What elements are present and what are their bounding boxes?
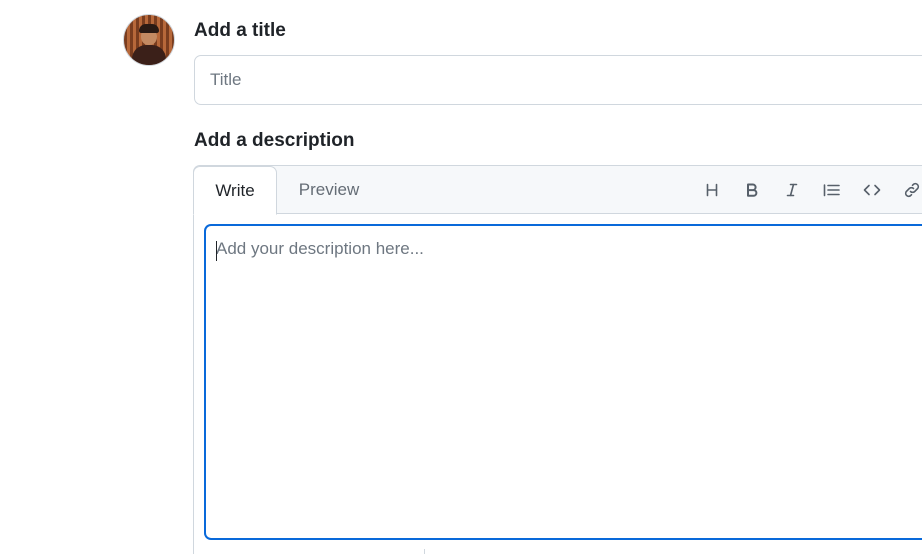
tab-preview[interactable]: Preview <box>286 166 372 215</box>
editor-header: Write Preview <box>193 166 922 215</box>
heading-icon <box>706 183 718 197</box>
title-input[interactable] <box>194 55 922 105</box>
footer-divider <box>424 549 425 554</box>
description-textarea-wrapper <box>204 224 922 540</box>
title-label: Add a title <box>194 20 286 41</box>
code-button[interactable] <box>852 166 892 214</box>
quote-icon <box>823 184 840 197</box>
link-icon <box>904 182 920 198</box>
avatar[interactable] <box>123 14 175 66</box>
italic-icon <box>786 183 798 197</box>
new-issue-form: Add a title Add a description Write Prev… <box>0 0 922 554</box>
bold-icon <box>747 183 758 197</box>
avatar-hair-shape <box>139 24 159 33</box>
description-editor: Write Preview <box>193 165 922 554</box>
markdown-toolbar <box>692 166 922 214</box>
text-caret <box>216 241 217 261</box>
link-button[interactable] <box>892 166 922 214</box>
tab-write[interactable]: Write <box>193 166 277 215</box>
code-icon <box>863 184 881 196</box>
quote-button[interactable] <box>812 166 852 214</box>
italic-button[interactable] <box>772 166 812 214</box>
description-label: Add a description <box>194 130 355 151</box>
bold-button[interactable] <box>732 166 772 214</box>
heading-button[interactable] <box>692 166 732 214</box>
description-textarea[interactable] <box>206 226 922 538</box>
avatar-body-shape <box>132 45 166 65</box>
